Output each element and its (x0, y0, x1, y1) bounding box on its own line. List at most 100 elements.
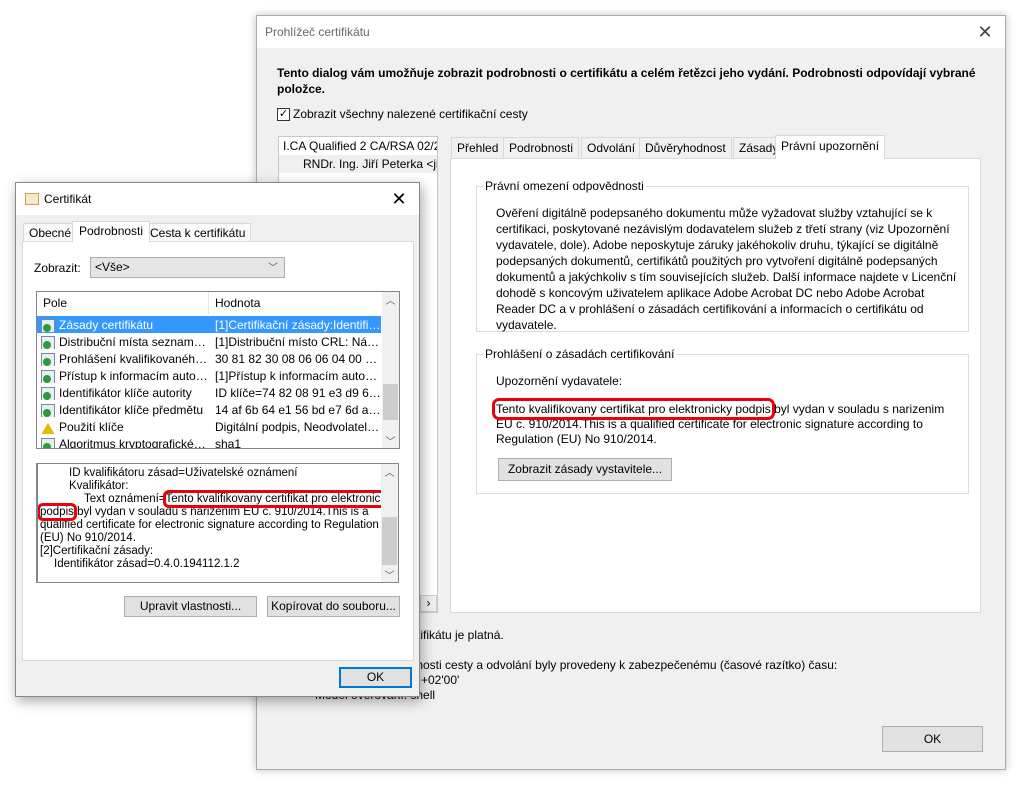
table-row[interactable]: Identifikátor klíče autority ID klíče=74 … (37, 384, 381, 401)
certificate-extension-icon (41, 335, 55, 349)
issuer-notice-label: Upozornění vydavatele: (496, 374, 623, 388)
show-label: Zobrazit: (34, 261, 81, 275)
status-line-offset: +02'00' (421, 673, 460, 687)
tab-cesta[interactable]: Cesta k certifikátu (144, 223, 252, 242)
tab-podrobnosti[interactable]: Podrobnosti (503, 137, 580, 158)
tree-item-user[interactable]: RNDr. Ing. Jiří Peterka <jir (279, 155, 437, 173)
row-field-text: Identifikátor klíče předmětu (59, 402, 204, 417)
detail-text: ID kvalifikátoru zásad=Uživatelské oznám… (38, 464, 395, 571)
certificate-dialog: Certifikát ✕ Obecné Podrobnosti Cesta k … (15, 182, 420, 697)
dialog-title-bar: Certifikát ✕ (16, 183, 419, 215)
row-value: 30 81 82 30 08 06 06 04 00 8e... (215, 351, 381, 366)
chevron-down-icon: ﹀ (268, 263, 278, 274)
scroll-thumb[interactable] (383, 384, 398, 420)
row-field-text: Použití klíče (59, 419, 124, 434)
row-field-text: Algoritmus kryptografického ... (59, 436, 209, 449)
table-row[interactable]: Přístup k informacím autority [1]Přístup … (37, 367, 381, 384)
window-title: Prohlížeč certifikátu (265, 25, 370, 39)
detail-line: ID kvalifikátoru zásad=Uživatelské oznám… (69, 467, 298, 479)
title-bar: Prohlížeč certifikátu ✕ (257, 16, 1005, 48)
certificate-extension-icon (41, 437, 55, 448)
viewer-ok-button[interactable]: OK (882, 726, 983, 752)
tab-duveryhodnost[interactable]: Důvěryhodnost (639, 137, 732, 158)
row-value: [1]Certifikační zásady:Identifik... (215, 317, 381, 332)
copy-to-file-button[interactable]: Kopírovat do souboru... (267, 596, 400, 617)
tree-item-ca[interactable]: I.CA Qualified 2 CA/RSA 02/2 (279, 137, 437, 155)
row-field-text: Identifikátor klíče autority (59, 385, 192, 400)
row-field-text: Distribuční místa seznamu o... (59, 334, 209, 349)
certificate-extension-icon (41, 369, 55, 383)
highlighted-notice: Tento kvalifikovany certifikat pro elekt… (492, 398, 775, 420)
show-issuer-policy-button[interactable]: Zobrazit zásady vystavitele... (498, 458, 672, 481)
list-scrollbar[interactable]: ︿ ﹀ (382, 292, 399, 448)
fields-list: Pole Hodnota Zásady certifikátu [1]Certif… (36, 291, 400, 449)
legal-text: Ověření digitálně podepsaného dokumentu … (496, 206, 957, 332)
row-value: Digitální podpis, Neodvolatelno... (215, 419, 381, 434)
row-field: Přístup k informacím autority (37, 369, 209, 383)
show-all-paths-label: Zobrazit všechny nalezené certifikační c… (293, 107, 528, 121)
row-field: Prohlášení kvalifikovaného c... (37, 352, 209, 366)
detail-line: Text oznámení= (84, 493, 166, 505)
table-row[interactable]: Algoritmus kryptografického ... sha1 (37, 435, 381, 449)
highlighted-notice-2: podpis (38, 503, 77, 521)
row-field: Algoritmus kryptografického ... (37, 436, 209, 449)
tab-podrobnosti[interactable]: Podrobnosti (72, 221, 151, 242)
row-field: Zásady certifikátu (37, 318, 209, 332)
column-header-value[interactable]: Hodnota (209, 292, 381, 314)
show-all-paths-checkbox[interactable]: ✓ Zobrazit všechny nalezené certifikační… (277, 107, 528, 121)
show-select[interactable]: <Vše> ﹀ (90, 257, 285, 278)
table-row[interactable]: Identifikátor klíče předmětu 14 af 6b 64 … (37, 401, 381, 418)
list-header: Pole Hodnota (37, 292, 381, 314)
scroll-down-icon[interactable]: ﹀ (381, 567, 398, 582)
row-field-text: Zásady certifikátu (59, 317, 154, 332)
scroll-right-icon[interactable]: › (420, 595, 437, 612)
detail-rest: byl vydan v souladu s narizenim EU c. 91… (40, 506, 379, 544)
column-header-field[interactable]: Pole (37, 292, 209, 314)
scroll-down-icon[interactable]: ﹀ (382, 433, 399, 448)
show-select-value: <Vše> (95, 260, 130, 274)
highlighted-notice-1: Tento kvalifikovany certifikat pro elekt… (162, 490, 395, 508)
checkbox-checked-icon[interactable]: ✓ (277, 107, 290, 121)
tab-obecne[interactable]: Obecné (23, 223, 78, 242)
row-value: 14 af 6b 64 e1 56 bd e7 6d a0... (215, 402, 381, 417)
detail-scrollbar[interactable]: ︿ ﹀ (381, 464, 398, 582)
certificate-extension-icon (41, 386, 55, 400)
table-row[interactable]: Použití klíče Digitální podpis, Neodvolat… (37, 418, 381, 435)
row-field-text: Prohlášení kvalifikovaného c... (59, 351, 209, 366)
policy-statement-group: Prohlášení o zásadách certifikování Upoz… (476, 347, 969, 494)
tab-prehled[interactable]: Přehled (451, 137, 505, 158)
scroll-thumb[interactable] (382, 517, 397, 565)
intro-text: Tento dialog vám umožňuje zobrazit podro… (277, 66, 976, 96)
close-icon[interactable]: ✕ (973, 21, 997, 43)
warning-icon (41, 421, 55, 434)
table-row[interactable]: Distribuční místa seznamu o... [1]Distrib… (37, 333, 381, 350)
tab-pravni-upozorneni[interactable]: Právní upozornění (775, 135, 886, 159)
row-value: sha1 (215, 436, 242, 449)
issuer-notice-text: Tento kvalifikovany certifikat pro elekt… (492, 398, 958, 447)
certificate-extension-icon (41, 352, 55, 366)
certificate-extension-icon (41, 318, 55, 332)
policy-group-title: Prohlášení o zásadách certifikování (483, 347, 677, 361)
row-field-text: Přístup k informacím autority (59, 368, 209, 383)
status-line-timestamp: tnosti cesty a odvolání byly provedeny k… (413, 658, 838, 672)
table-row[interactable]: Prohlášení kvalifikovaného c... 30 81 82 … (37, 350, 381, 367)
detail-line: Identifikátor zásad=0.4.0.194112.1.2 (54, 558, 240, 570)
table-row[interactable]: Zásady certifikátu [1]Certifikační zásady… (37, 316, 381, 333)
detail-textbox[interactable]: ID kvalifikátoru zásad=Uživatelské oznám… (36, 463, 399, 583)
status-line-valid: rtifikátu je platná. (413, 628, 504, 642)
close-icon[interactable]: ✕ (387, 188, 411, 210)
row-field: Použití klíče (37, 420, 209, 434)
certificate-extension-icon (41, 403, 55, 417)
dialog-tab-strip: Obecné Podrobnosti Cesta k certifikátu (23, 221, 323, 242)
tab-strip: Přehled Podrobnosti Odvolání Důvěryhodno… (451, 135, 891, 159)
edit-properties-button[interactable]: Upravit vlastnosti... (124, 596, 257, 617)
tab-odvolani[interactable]: Odvolání (581, 137, 642, 158)
details-panel: Zobrazit: <Vše> ﹀ Pole Hodnota Zásady ce… (22, 241, 414, 661)
row-value: [1]Distribuční místo CRL: Náze... (215, 334, 381, 349)
scroll-up-icon[interactable]: ︿ (381, 464, 398, 479)
dialog-ok-button[interactable]: OK (339, 667, 412, 688)
scroll-up-icon[interactable]: ︿ (382, 292, 399, 307)
row-field: Identifikátor klíče autority (37, 386, 209, 400)
dialog-title: Certifikát (44, 192, 92, 206)
row-field: Identifikátor klíče předmětu (37, 403, 209, 417)
